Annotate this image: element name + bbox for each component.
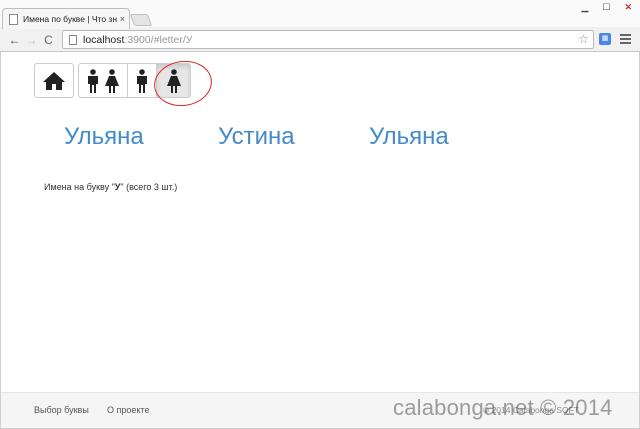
name-link[interactable]: Устина	[218, 123, 295, 151]
male-icon	[137, 68, 147, 93]
browser-toolbar: ← → C localhost:3900/#letter/У ☆ ▦	[0, 27, 640, 52]
reload-button[interactable]: C	[40, 33, 57, 47]
menu-icon[interactable]	[620, 34, 631, 46]
url-text[interactable]: localhost:3900/#letter/У	[83, 34, 192, 46]
address-bar[interactable]: localhost:3900/#letter/У ☆	[62, 30, 594, 49]
filter-toolbar	[34, 63, 191, 98]
close-icon[interactable]: ×	[120, 14, 125, 24]
new-tab-button[interactable]	[129, 14, 153, 26]
male-names-button[interactable]	[127, 63, 157, 98]
extension-icon[interactable]: ▦	[599, 33, 611, 45]
footer: Выбор буквы О проекте © 2014 Calabonga S…	[1, 392, 639, 428]
back-button[interactable]: ←	[6, 33, 23, 47]
male-female-icon	[88, 68, 119, 93]
minimize-button[interactable]: ▁	[581, 2, 588, 13]
summary-prefix: Имена на букву "	[44, 182, 115, 192]
window-close-button[interactable]: ✕	[624, 2, 632, 13]
url-host: localhost	[83, 33, 125, 46]
home-button[interactable]	[34, 63, 74, 98]
all-names-button[interactable]	[78, 63, 128, 98]
names-summary: Имена на букву "У" (всего 3 шт.)	[44, 182, 177, 192]
tab-strip: Имена по букве | Что зна × ▁ ☐ ✕	[0, 0, 640, 29]
footer-copyright: © 2014 Calabonga SOFT	[482, 405, 579, 415]
tab-title: Имена по букве | Что зна	[23, 14, 117, 24]
forward-button[interactable]: →	[23, 33, 40, 47]
page-icon	[69, 34, 77, 45]
page-icon	[9, 13, 18, 25]
browser-tab[interactable]: Имена по букве | Что зна ×	[2, 8, 130, 29]
female-icon	[166, 68, 181, 93]
female-names-button[interactable]	[156, 63, 191, 98]
footer-link-about[interactable]: О проекте	[107, 405, 149, 415]
name-link[interactable]: Ульяна	[64, 123, 144, 151]
bookmark-star-icon[interactable]: ☆	[578, 32, 589, 46]
window-frame	[0, 52, 640, 429]
home-icon	[43, 71, 65, 90]
window-controls: ▁ ☐ ✕	[581, 2, 632, 13]
maximize-button[interactable]: ☐	[602, 2, 610, 13]
name-link[interactable]: Ульяна	[369, 123, 449, 151]
url-path: :3900/#letter/У	[124, 33, 193, 46]
footer-link-letter-choice[interactable]: Выбор буквы	[34, 405, 89, 415]
browser-chrome: Имена по букве | Что зна × ▁ ☐ ✕ ← → C l…	[0, 0, 640, 52]
summary-suffix: " (всего 3 шт.)	[120, 182, 178, 192]
